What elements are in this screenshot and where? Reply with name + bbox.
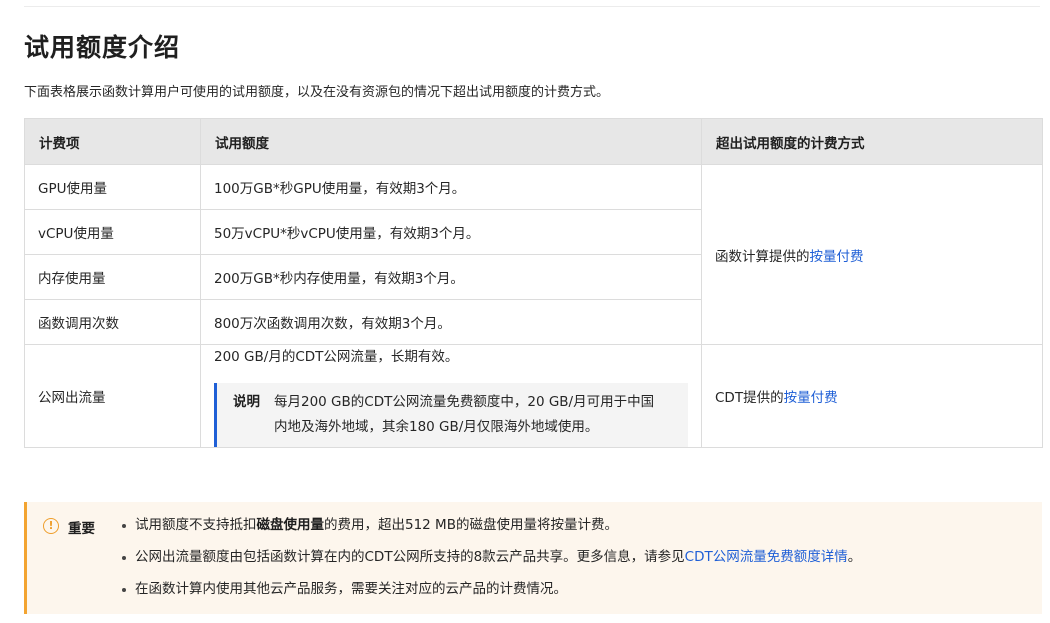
list-item: 试用额度不支持抵扣磁盘使用量的费用，超出512 MB的磁盘使用量将按量计费。 — [121, 515, 861, 547]
cell-quota: 200万GB*秒内存使用量，有效期3个月。 — [200, 254, 702, 300]
note-label: 说明 — [233, 394, 260, 410]
cell-quota-cdt: 200 GB/月的CDT公网流量，长期有效。 说明 每月200 GB的CDT公网… — [200, 344, 702, 448]
note-box: 说明 每月200 GB的CDT公网流量免费额度中，20 GB/月可用于中国内地及… — [214, 383, 688, 447]
header-overage-billing: 超出试用额度的计费方式 — [701, 118, 1043, 165]
table-header-row: 计费项 试用额度 超出试用额度的计费方式 — [24, 118, 1043, 165]
item1-bold: 磁盘使用量 — [256, 517, 325, 533]
item2-before: 公网出流量额度由包括函数计算在内的CDT公网所支持的8款云产品共享。更多信息，请… — [135, 549, 685, 565]
cell-fc-billing: 函数计算提供的按量付费 — [701, 164, 1043, 345]
cell-item: 公网出流量 — [24, 344, 201, 448]
cell-item: vCPU使用量 — [24, 209, 201, 255]
important-callout: ! 重要 试用额度不支持抵扣磁盘使用量的费用，超出512 MB的磁盘使用量将按量… — [24, 502, 1042, 614]
header-billing-item: 计费项 — [24, 118, 201, 165]
note-text: 每月200 GB的CDT公网流量免费额度中，20 GB/月可用于中国内地及海外地… — [274, 394, 655, 435]
item1-after: 的费用，超出512 MB的磁盘使用量将按量计费。 — [324, 517, 618, 533]
page-title: 试用额度介绍 — [24, 33, 181, 62]
list-item: 公网出流量额度由包括函数计算在内的CDT公网所支持的8款云产品共享。更多信息，请… — [121, 547, 861, 579]
trial-quota-table: 计费项 试用额度 超出试用额度的计费方式 GPU使用量 100万GB*秒GPU使… — [24, 118, 1043, 448]
pay-as-you-go-link[interactable]: 按量付费 — [810, 249, 864, 265]
doc-page: 试用额度介绍 下面表格展示函数计算用户可使用的试用额度，以及在没有资源包的情况下… — [0, 0, 1050, 623]
cell-quota: 50万vCPU*秒vCPU使用量，有效期3个月。 — [200, 209, 702, 255]
important-label: 重要 — [68, 521, 95, 537]
intro-paragraph: 下面表格展示函数计算用户可使用的试用额度，以及在没有资源包的情况下超出试用额度的… — [24, 85, 610, 100]
cdt-quota-text: 200 GB/月的CDT公网流量，长期有效。 — [214, 349, 459, 365]
important-list: 试用额度不支持抵扣磁盘使用量的费用，超出512 MB的磁盘使用量将按量计费。 公… — [121, 515, 861, 611]
table-row-cdt: 公网出流量 200 GB/月的CDT公网流量，长期有效。 说明 每月200 GB… — [24, 344, 1043, 448]
cdt-free-quota-link[interactable]: CDT公网流量免费额度详情 — [685, 549, 848, 565]
fc-billing-prefix: 函数计算提供的 — [715, 248, 810, 265]
cell-item: 函数调用次数 — [24, 299, 201, 345]
cell-item: GPU使用量 — [24, 164, 201, 210]
cell-cdt-billing: CDT提供的按量付费 — [701, 344, 1043, 448]
cell-quota: 800万次函数调用次数，有效期3个月。 — [200, 299, 702, 345]
cell-item: 内存使用量 — [24, 254, 201, 300]
table-row: GPU使用量 100万GB*秒GPU使用量，有效期3个月。 函数计算提供的按量付… — [24, 164, 1043, 345]
item3-text: 在函数计算内使用其他云产品服务，需要关注对应的云产品的计费情况。 — [135, 581, 567, 597]
top-divider — [24, 6, 1040, 7]
cdt-pay-as-you-go-link[interactable]: 按量付费 — [784, 390, 838, 406]
exclamation-circle-icon: ! — [43, 518, 59, 534]
header-trial-quota: 试用额度 — [200, 118, 702, 165]
item1-before: 试用额度不支持抵扣 — [135, 517, 257, 533]
cdt-billing-prefix: CDT提供的 — [715, 390, 784, 406]
item2-after: 。 — [847, 549, 862, 565]
cell-quota: 100万GB*秒GPU使用量，有效期3个月。 — [200, 164, 702, 210]
list-item: 在函数计算内使用其他云产品服务，需要关注对应的云产品的计费情况。 — [121, 579, 861, 611]
